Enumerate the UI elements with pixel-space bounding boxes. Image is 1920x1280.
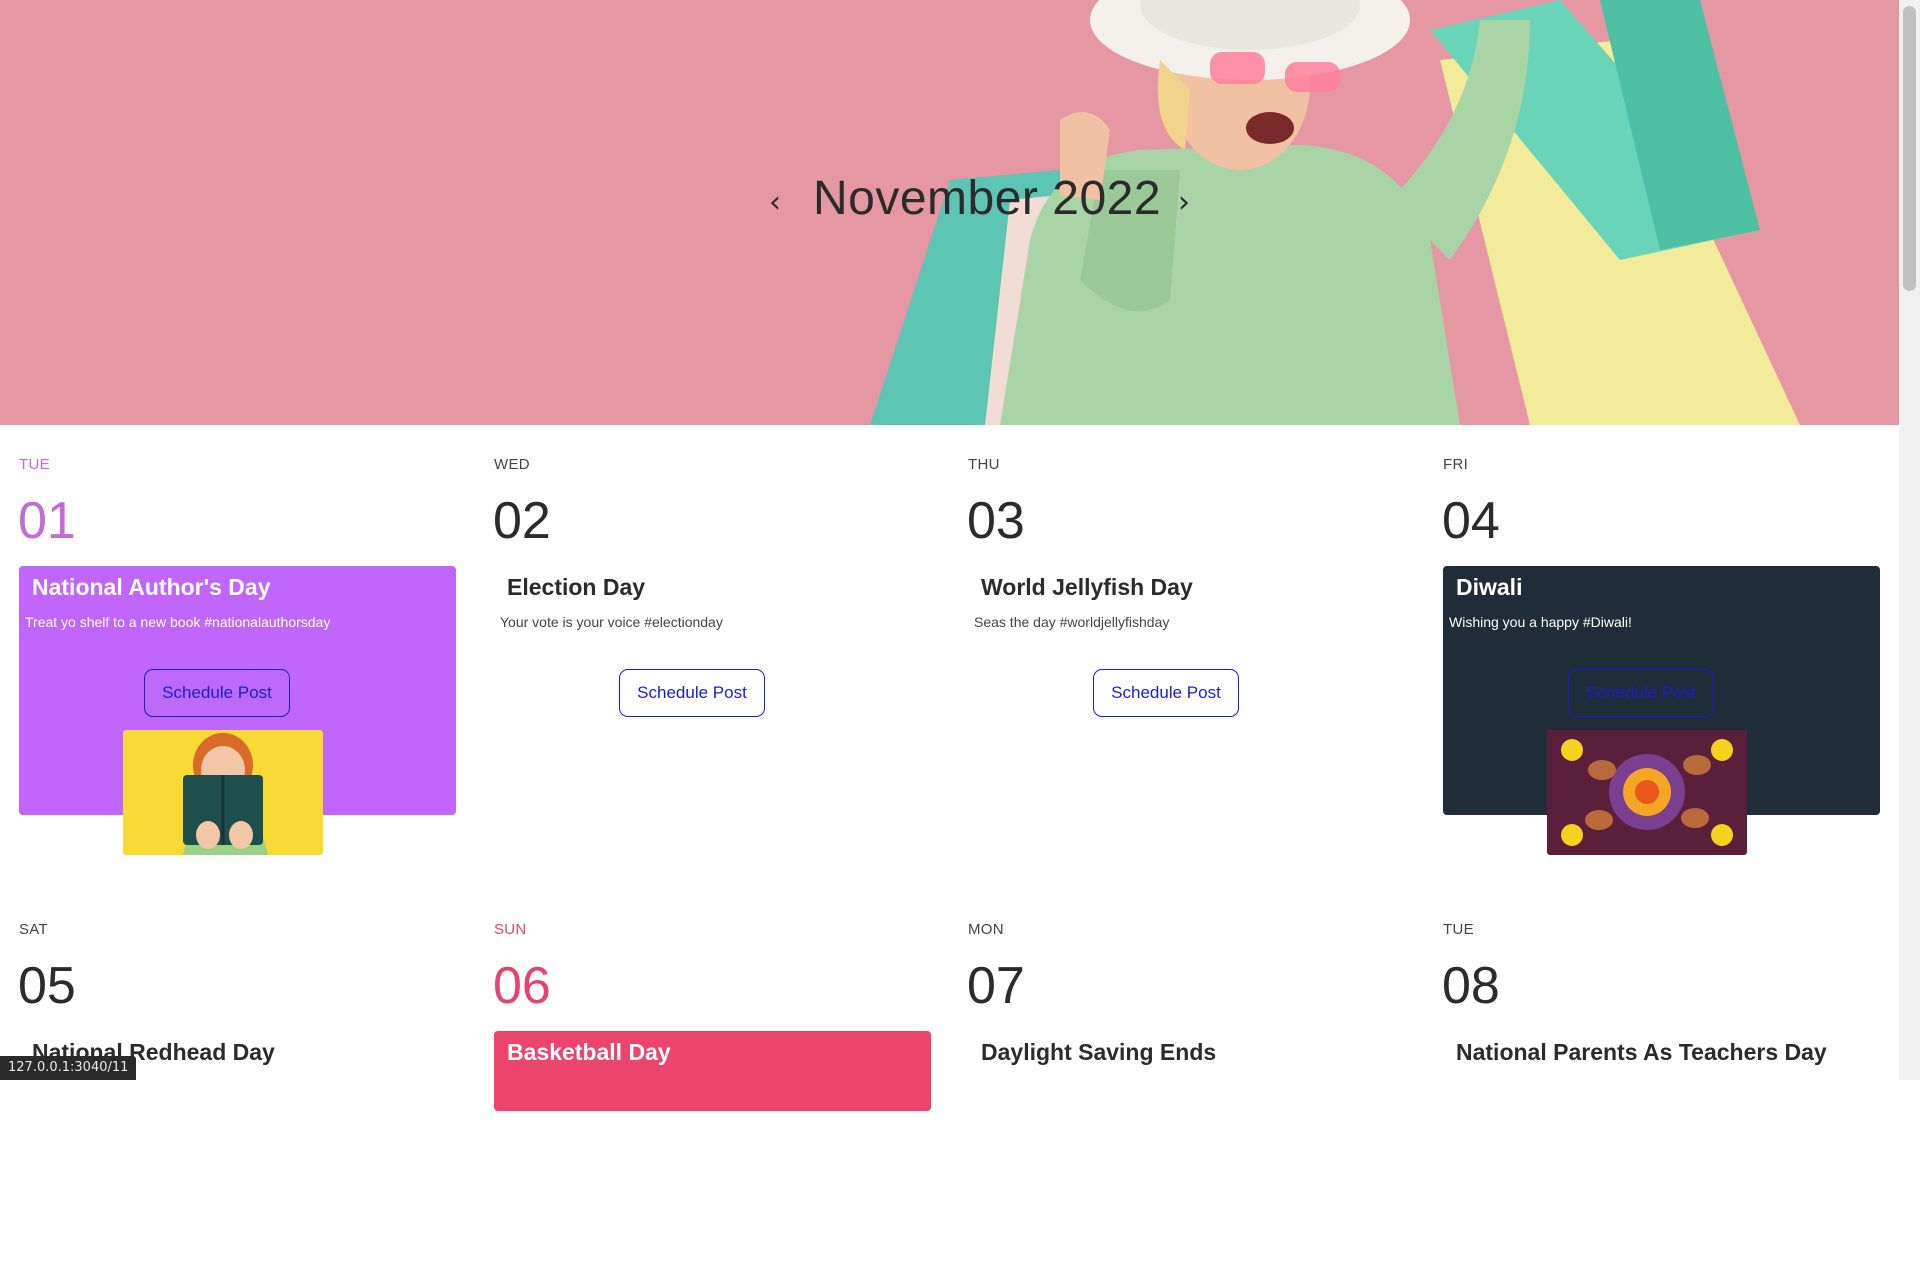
day-number: 05 (18, 957, 76, 1015)
event-card: World Jellyfish Day Seas the day #worldj… (968, 566, 1405, 815)
chevron-right-icon[interactable]: › (1169, 184, 1199, 220)
event-card: Diwali Wishing you a happy #Diwali! Sche… (1443, 566, 1880, 855)
day-number: 02 (493, 492, 551, 550)
day-number: 08 (1442, 957, 1500, 1015)
day-of-week: THU (968, 456, 1000, 473)
event-description: Seas the day #worldjellyfishday (974, 614, 1170, 630)
day-number: 06 (493, 957, 551, 1015)
event-card: Election Day Your vote is your voice #el… (494, 566, 931, 815)
schedule-post-button[interactable]: Schedule Post (1093, 669, 1239, 717)
event-description: Treat yo shelf to a new book #nationalau… (25, 614, 331, 630)
event-card: Basketball Day (494, 1031, 931, 1111)
day-number: 04 (1442, 492, 1500, 550)
event-description: Your vote is your voice #electionday (500, 614, 723, 630)
schedule-post-button[interactable]: Schedule Post (1568, 669, 1714, 717)
day-of-week: TUE (19, 456, 50, 473)
event-image (1547, 730, 1747, 855)
event-card: Daylight Saving Ends (968, 1031, 1405, 1280)
event-title: World Jellyfish Day (981, 574, 1193, 600)
event-card: National Author's Day Treat yo shelf to … (19, 566, 456, 855)
day-of-week: WED (494, 456, 530, 473)
event-card: National Parents As Teachers Day (1443, 1031, 1880, 1280)
event-title: Basketball Day (507, 1039, 671, 1065)
day-number: 01 (18, 492, 76, 550)
status-bar-url: 127.0.0.1:3040/11 (0, 1056, 137, 1080)
day-of-week: SUN (494, 921, 527, 938)
event-image (123, 730, 323, 855)
day-of-week: MON (968, 921, 1004, 938)
event-title: National Author's Day (32, 574, 271, 600)
event-title: National Parents As Teachers Day (1456, 1039, 1827, 1065)
hero-banner: ‹ November 2022 › (0, 0, 1899, 425)
day-number: 03 (967, 492, 1025, 550)
schedule-post-button[interactable]: Schedule Post (144, 669, 290, 717)
day-of-week: SAT (19, 921, 48, 938)
event-title: Daylight Saving Ends (981, 1039, 1217, 1065)
event-title: Election Day (507, 574, 646, 600)
day-of-week: TUE (1443, 921, 1474, 938)
month-navigation: ‹ November 2022 › (0, 168, 1899, 238)
chevron-left-icon[interactable]: ‹ (760, 184, 790, 220)
calendar-grid: TUE 01 National Author's Day Treat yo sh… (0, 425, 1899, 1111)
scrollbar-thumb[interactable] (1903, 6, 1916, 291)
event-title: Diwali (1456, 574, 1523, 600)
vertical-scrollbar[interactable] (1899, 0, 1920, 1080)
day-of-week: FRI (1443, 456, 1469, 473)
schedule-post-button[interactable]: Schedule Post (619, 669, 765, 717)
day-number: 07 (967, 957, 1025, 1015)
month-title: November 2022 (813, 172, 1162, 225)
event-description: Wishing you a happy #Diwali! (1449, 614, 1632, 630)
